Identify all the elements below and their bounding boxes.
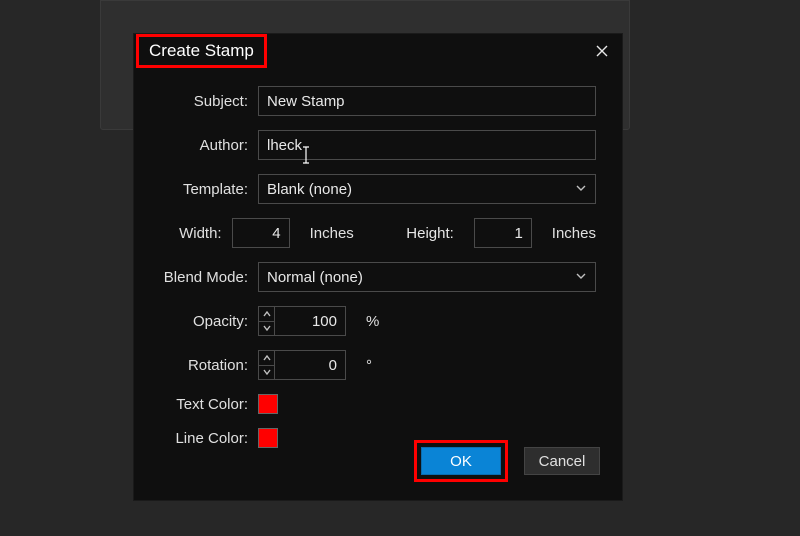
opacity-label: Opacity:	[152, 313, 258, 330]
cancel-button[interactable]: Cancel	[524, 447, 600, 475]
blend-mode-select-value: Normal (none)	[267, 269, 363, 286]
close-icon	[595, 44, 609, 58]
chevron-down-icon	[575, 181, 587, 198]
ok-button-highlight: OK	[414, 440, 508, 482]
opacity-spin-up[interactable]	[259, 307, 274, 322]
height-label: Height:	[404, 225, 464, 242]
titlebar: Create Stamp	[134, 34, 622, 68]
width-label: Width:	[152, 225, 232, 242]
create-stamp-dialog: Create Stamp Subject: Author: Template: …	[133, 33, 623, 501]
width-input[interactable]	[232, 218, 290, 248]
rotation-label: Rotation:	[152, 357, 258, 374]
dialog-footer: OK Cancel	[414, 440, 600, 482]
opacity-spinner	[258, 306, 274, 336]
text-color-swatch[interactable]	[258, 394, 278, 414]
chevron-down-icon	[575, 269, 587, 286]
chevron-down-icon	[263, 369, 271, 375]
dialog-title: Create Stamp	[136, 34, 267, 68]
chevron-up-icon	[263, 355, 271, 361]
chevron-down-icon	[263, 325, 271, 331]
height-unit: Inches	[552, 225, 596, 242]
opacity-input[interactable]	[274, 306, 346, 336]
rotation-spinner	[258, 350, 274, 380]
subject-label: Subject:	[152, 93, 258, 110]
blend-mode-label: Blend Mode:	[152, 269, 258, 286]
width-unit: Inches	[310, 225, 354, 242]
opacity-spin-down[interactable]	[259, 322, 274, 336]
rotation-unit: °	[366, 357, 372, 374]
template-select[interactable]: Blank (none)	[258, 174, 596, 204]
height-input[interactable]	[474, 218, 532, 248]
chevron-up-icon	[263, 311, 271, 317]
close-button[interactable]	[582, 34, 622, 68]
author-label: Author:	[152, 137, 258, 154]
line-color-label: Line Color:	[152, 430, 258, 447]
rotation-spin-down[interactable]	[259, 366, 274, 380]
author-input[interactable]	[258, 130, 596, 160]
rotation-spin-up[interactable]	[259, 351, 274, 366]
text-color-label: Text Color:	[152, 396, 258, 413]
ok-button[interactable]: OK	[421, 447, 501, 475]
line-color-swatch[interactable]	[258, 428, 278, 448]
rotation-input[interactable]	[274, 350, 346, 380]
opacity-unit: %	[366, 313, 379, 330]
template-select-value: Blank (none)	[267, 181, 352, 198]
blend-mode-select[interactable]: Normal (none)	[258, 262, 596, 292]
form-area: Subject: Author: Template: Blank (none) …	[134, 68, 622, 472]
template-label: Template:	[152, 181, 258, 198]
subject-input[interactable]	[258, 86, 596, 116]
